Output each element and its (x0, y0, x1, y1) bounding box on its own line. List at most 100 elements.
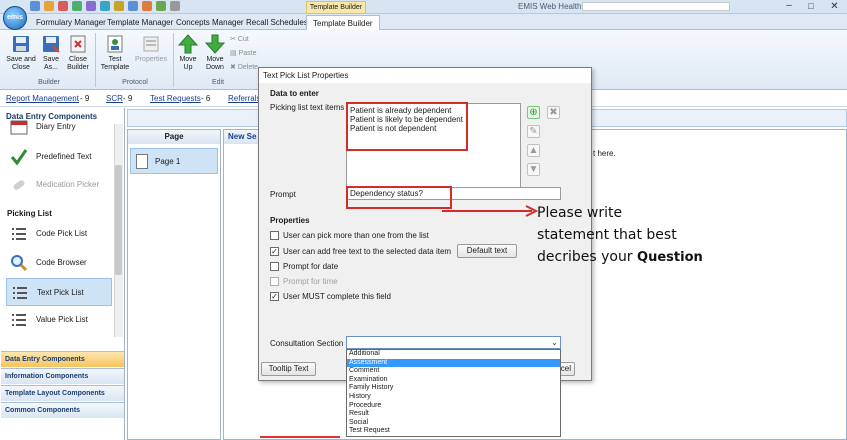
save-and-close-button[interactable]: Save and Close (5, 34, 37, 72)
checkbox-box[interactable] (270, 262, 279, 271)
checkbox-label: User MUST complete this field (283, 292, 391, 301)
consultation-section-select[interactable] (346, 336, 561, 349)
scrollbar-thumb[interactable] (115, 165, 122, 275)
dropdown-option[interactable]: Family History (347, 384, 560, 393)
quick-access-icon[interactable] (72, 1, 82, 11)
component-medication-picker[interactable]: Medication Picker (6, 171, 112, 199)
component-diary-entry[interactable]: Diary Entry (6, 118, 112, 136)
group-label-builder: Builder (38, 79, 60, 86)
move-down-label: Move Down (206, 56, 224, 71)
edit-item-button[interactable]: ✎ (527, 125, 540, 138)
move-down-button[interactable]: Move Down (202, 34, 228, 72)
checkbox-free-text[interactable]: ✓ User can add free text to the selected… (270, 246, 455, 258)
test-template-button[interactable]: Test Template (100, 34, 130, 72)
component-text-pick-list[interactable]: Text Pick List (6, 278, 112, 306)
component-label: Diary Entry (36, 122, 76, 131)
dropdown-option[interactable]: Comment (347, 367, 560, 376)
add-item-button[interactable]: ⊕ (527, 106, 540, 119)
dropdown-option[interactable]: Additional (347, 350, 560, 359)
checkbox-box[interactable]: ✓ (270, 247, 279, 256)
dropdown-option[interactable]: Result (347, 410, 560, 419)
move-item-down-button[interactable]: ▼ (527, 163, 540, 176)
paste-button[interactable]: ▤ Paste (230, 49, 256, 57)
page-icon (136, 154, 148, 169)
minimize-icon[interactable]: – (778, 0, 800, 14)
link-count: - 9 (80, 94, 90, 103)
annotation-text-part: decribes your (537, 249, 633, 265)
chevron-down-icon[interactable]: ⌄ (549, 337, 560, 348)
list-icon (12, 314, 26, 326)
dropdown-option[interactable]: Test Request (347, 427, 560, 436)
delete-button[interactable]: ✖ Delete (230, 63, 258, 71)
component-code-pick-list[interactable]: Code Pick List (6, 220, 112, 248)
consultation-section-label: Consultation Section (270, 339, 344, 348)
quick-access-icon[interactable] (86, 1, 96, 11)
quick-access-icon[interactable] (128, 1, 138, 11)
accordion-template-layout-components[interactable]: Template Layout Components (1, 385, 124, 401)
red-highlight-box (346, 186, 452, 209)
arrow-up-icon (178, 34, 198, 54)
quick-access-icon[interactable] (170, 1, 180, 11)
accordion-information-components[interactable]: Information Components (1, 368, 124, 384)
cut-button[interactable]: ✂ Cut (230, 35, 249, 43)
dropdown-option-selected[interactable]: Assessment (347, 358, 560, 368)
arrow-up-icon: ▲ (528, 145, 539, 156)
quick-access-icon[interactable] (142, 1, 152, 11)
close-icon[interactable]: ✕ (822, 0, 847, 14)
checkbox-box[interactable] (270, 277, 279, 286)
link-count: - 6 (201, 94, 211, 103)
remove-item-button[interactable]: ✖ (547, 106, 560, 119)
default-text-button[interactable]: Default text (457, 244, 517, 258)
quick-access-icon[interactable] (156, 1, 166, 11)
dropdown-option[interactable]: Procedure (347, 402, 560, 411)
properties-button[interactable]: Properties (133, 34, 169, 64)
dropdown-option[interactable]: Social (347, 419, 560, 428)
move-up-button[interactable]: Move Up (176, 34, 200, 72)
tab-template-builder[interactable]: Template Builder (306, 15, 380, 30)
checkbox-must-complete[interactable]: ✓ User MUST complete this field (270, 291, 430, 303)
component-predefined-text[interactable]: Predefined Text (6, 143, 112, 171)
link-count: - 9 (123, 94, 133, 103)
tab-concepts-manager[interactable]: Concepts Manager (170, 15, 250, 30)
calendar-icon (10, 120, 28, 135)
tab-recall-schedules[interactable]: Recall Schedules (240, 15, 314, 30)
group-label-edit: Edit (211, 79, 225, 86)
link-test-requests[interactable]: Test Requests (150, 94, 201, 103)
accordion-data-entry-components[interactable]: Data Entry Components (1, 351, 124, 367)
quick-access-icon[interactable] (100, 1, 110, 11)
maximize-icon[interactable]: □ (800, 0, 822, 14)
page-item[interactable]: Page 1 (130, 148, 218, 174)
tab-formulary-manager[interactable]: Formulary Manager (30, 15, 112, 30)
delete-icon: ✖ (230, 64, 236, 71)
dropdown-option[interactable]: Examination (347, 376, 560, 385)
quick-access-icon[interactable] (58, 1, 68, 11)
checkbox-prompt-time[interactable]: Prompt for time (270, 276, 390, 288)
tooltip-text-button[interactable]: Tooltip Text (261, 362, 316, 376)
checkbox-label: Prompt for date (283, 262, 339, 271)
quick-access-icon[interactable] (30, 1, 40, 11)
checkbox-box[interactable]: ✓ (270, 292, 279, 301)
accordion-common-components[interactable]: Common Components (1, 402, 124, 418)
tab-template-manager[interactable]: Template Manager (101, 15, 179, 30)
checkbox-box[interactable] (270, 231, 279, 240)
dropdown-option[interactable]: History (347, 393, 560, 402)
checkbox-prompt-date[interactable]: Prompt for date (270, 261, 390, 273)
quick-access-icon[interactable] (44, 1, 54, 11)
paste-icon: ▤ (230, 50, 237, 57)
canvas-placeholder-text: t here. (593, 149, 616, 158)
section-properties: Properties (270, 216, 310, 225)
cut-icon: ✂ (230, 36, 236, 43)
close-builder-label: Close Builder (67, 56, 89, 71)
link-referrals[interactable]: Referrals (228, 94, 260, 103)
close-builder-button[interactable]: Close Builder (64, 34, 92, 72)
move-item-up-button[interactable]: ▲ (527, 144, 540, 157)
link-scr[interactable]: SCR (106, 94, 123, 103)
emis-logo[interactable]: emis (3, 6, 27, 30)
page-list-header: Page (128, 130, 220, 144)
quick-access-icon[interactable] (114, 1, 124, 11)
component-code-browser[interactable]: Code Browser (6, 249, 112, 277)
link-report-management[interactable]: Report Management (6, 94, 79, 103)
component-value-pick-list[interactable]: Value Pick List (6, 306, 112, 334)
checkbox-multi-pick[interactable]: User can pick more than one from the lis… (270, 230, 470, 242)
save-as-button[interactable]: Save As... (38, 34, 64, 72)
